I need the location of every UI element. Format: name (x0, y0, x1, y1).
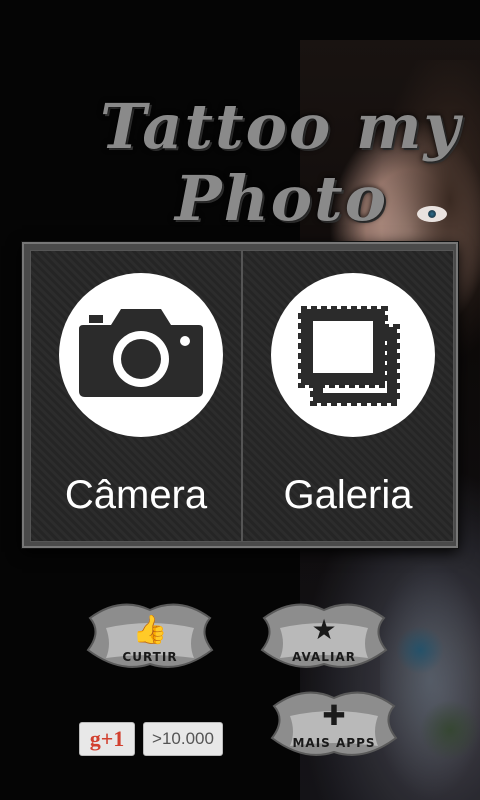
camera-icon (79, 309, 203, 397)
source-picker-dialog: Câmera Galeria (22, 242, 458, 548)
more-apps-button[interactable]: ✚ MAIS APPS (264, 686, 404, 766)
like-button[interactable]: 👍 CURTIR (80, 598, 220, 678)
thumbs-up-icon: 👍 (132, 613, 168, 646)
google-plus-one-button[interactable]: g+1 (79, 722, 135, 756)
google-plus-count: >10.000 (143, 722, 223, 756)
app-logo: Tattoo my Photo (80, 90, 460, 250)
camera-label: Câmera (64, 473, 208, 517)
rate-label: AVALIAR (292, 650, 356, 664)
logo-line-1: Tattoo my (100, 90, 462, 163)
gallery-button[interactable]: Galeria (242, 250, 454, 542)
gallery-icon (298, 306, 400, 406)
camera-icon-circle (59, 273, 223, 437)
gallery-icon-circle (271, 273, 435, 437)
like-label: CURTIR (122, 650, 178, 664)
background-eye (417, 206, 447, 222)
rate-button[interactable]: ★ AVALIAR (254, 598, 394, 678)
camera-button[interactable]: Câmera (30, 250, 242, 542)
logo-line-2: Photo (175, 162, 389, 235)
star-icon: ★ (311, 613, 337, 646)
more-apps-label: MAIS APPS (292, 736, 376, 750)
plus-icon: ✚ (322, 699, 346, 732)
gallery-label: Galeria (283, 473, 413, 517)
